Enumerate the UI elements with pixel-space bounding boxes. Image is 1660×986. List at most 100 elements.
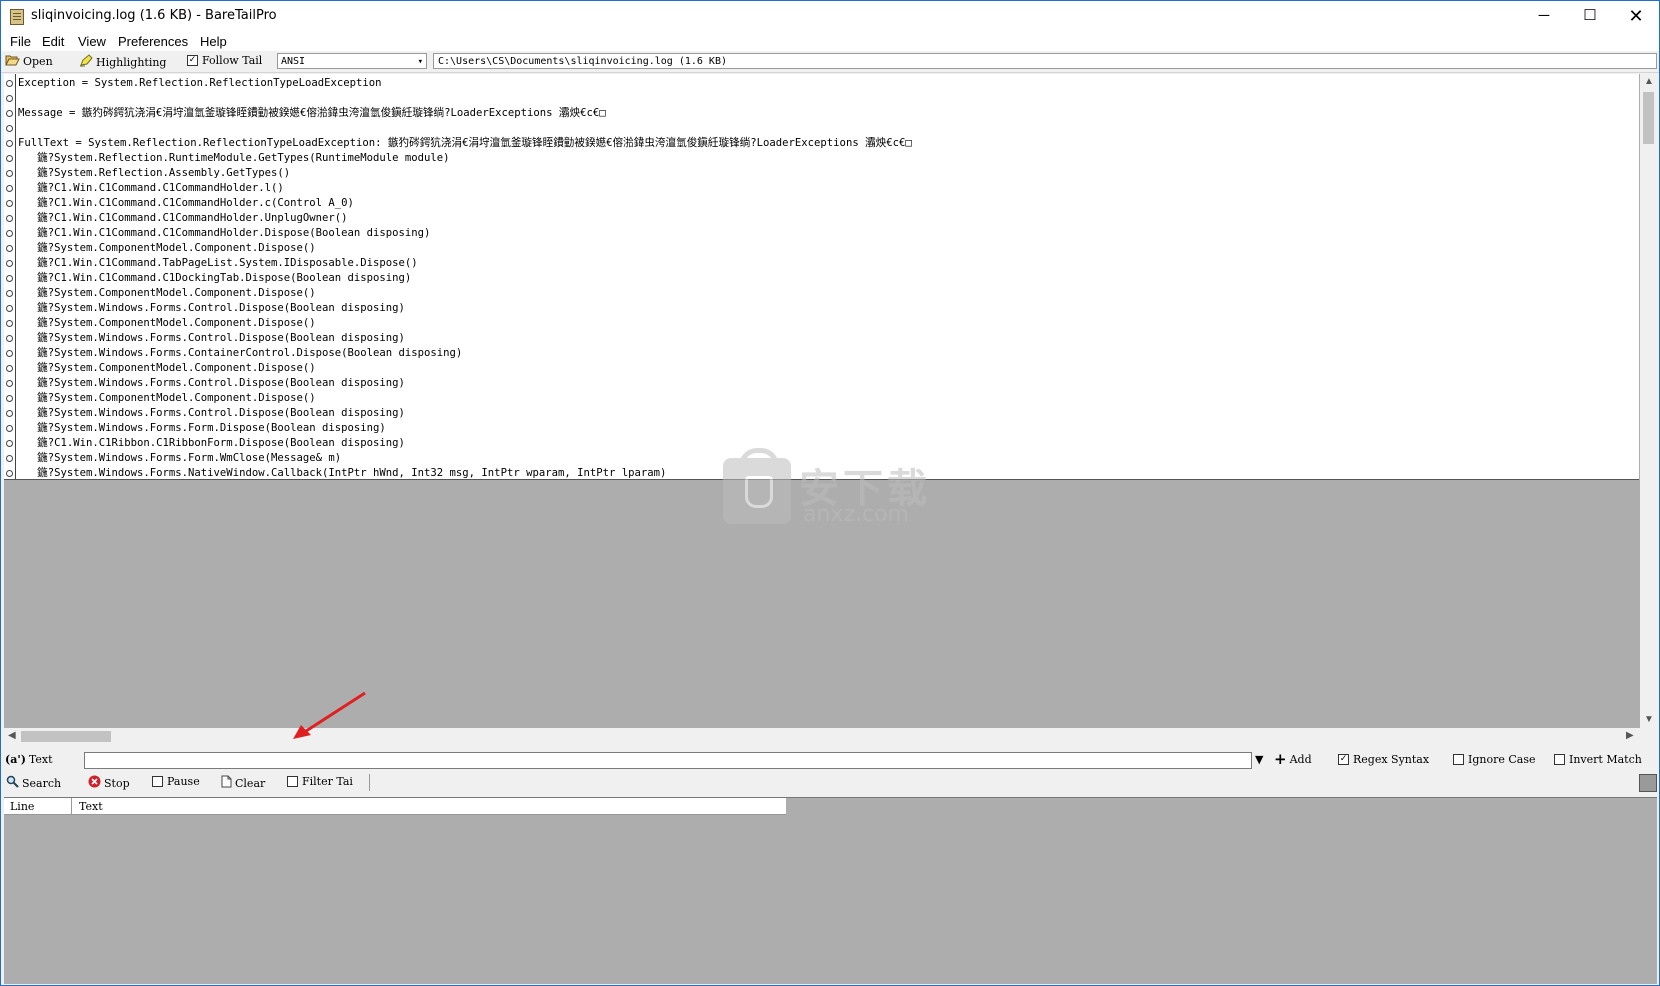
- file-path-field[interactable]: C:\Users\CS\Documents\sliqinvoicing.log …: [433, 53, 1657, 69]
- line-marker-icon[interactable]: [6, 275, 13, 282]
- log-line[interactable]: 鍦?System.Windows.Forms.Control.Dispose(B…: [18, 331, 912, 346]
- line-marker-icon[interactable]: [6, 470, 13, 477]
- line-marker-icon[interactable]: [6, 395, 13, 402]
- line-marker-icon[interactable]: [6, 170, 13, 177]
- scroll-left-icon[interactable]: ◀: [8, 730, 16, 741]
- log-line[interactable]: 鍦?C1.Win.C1Command.C1CommandHolder.c(Con…: [18, 196, 912, 211]
- log-line[interactable]: 鍦?System.ComponentModel.Component.Dispos…: [18, 361, 912, 376]
- line-marker-icon[interactable]: [6, 200, 13, 207]
- log-line[interactable]: 鍦?System.Windows.Forms.ContainerControl.…: [18, 346, 912, 361]
- log-line[interactable]: 鍦?System.Windows.Forms.Control.Dispose(B…: [18, 406, 912, 421]
- line-marker-icon[interactable]: [6, 215, 13, 222]
- log-line[interactable]: 鍦?System.Reflection.Assembly.GetTypes(): [18, 166, 912, 181]
- line-marker-icon[interactable]: [6, 335, 13, 342]
- scroll-right-icon[interactable]: ▶: [1626, 730, 1634, 741]
- regex-syntax-checkbox[interactable]: ✓: [1338, 754, 1349, 765]
- line-marker-icon[interactable]: [6, 290, 13, 297]
- search-button[interactable]: Search: [6, 775, 61, 791]
- log-line[interactable]: 鍦?C1.Win.C1Command.C1CommandHolder.l(): [18, 181, 912, 196]
- line-marker-icon[interactable]: [6, 80, 13, 87]
- follow-tail-toggle[interactable]: ✓ Follow Tail: [187, 54, 262, 67]
- pause-checkbox[interactable]: [152, 776, 163, 787]
- clear-button[interactable]: Clear: [221, 775, 265, 791]
- line-marker-icon[interactable]: [6, 155, 13, 162]
- menu-file[interactable]: File: [10, 34, 31, 49]
- log-line[interactable]: Exception = System.Reflection.Reflection…: [18, 76, 912, 91]
- log-line[interactable]: [18, 91, 912, 106]
- follow-tail-checkbox[interactable]: ✓: [187, 55, 198, 66]
- search-results[interactable]: Line Text: [4, 797, 1657, 984]
- menu-edit[interactable]: Edit: [42, 34, 64, 49]
- menu-view[interactable]: View: [78, 34, 106, 49]
- stop-button[interactable]: Stop: [88, 775, 130, 791]
- column-divider[interactable]: [71, 798, 72, 814]
- horizontal-scroll-thumb[interactable]: [21, 731, 111, 742]
- line-marker-icon[interactable]: [6, 380, 13, 387]
- line-marker-icon[interactable]: [6, 110, 13, 117]
- vertical-scroll-thumb[interactable]: [1643, 92, 1654, 144]
- log-line[interactable]: 鍦?C1.Win.C1Ribbon.C1RibbonForm.Dispose(B…: [18, 436, 912, 451]
- column-header-text[interactable]: Text: [79, 800, 103, 813]
- menu-help[interactable]: Help: [200, 34, 227, 49]
- line-marker-icon[interactable]: [6, 95, 13, 102]
- log-line[interactable]: 鍦?System.Windows.Forms.Form.Dispose(Bool…: [18, 421, 912, 436]
- invert-match-toggle[interactable]: Invert Match: [1554, 753, 1642, 766]
- line-marker-icon[interactable]: [6, 260, 13, 267]
- line-marker-icon[interactable]: [6, 365, 13, 372]
- filter-dropdown-icon[interactable]: ▼: [1255, 753, 1263, 766]
- log-line[interactable]: 鍦?System.Windows.Forms.Control.Dispose(B…: [18, 376, 912, 391]
- log-line[interactable]: [18, 121, 912, 136]
- scroll-up-icon[interactable]: ▲: [1644, 76, 1654, 87]
- line-marker-icon[interactable]: [6, 440, 13, 447]
- scroll-down-icon[interactable]: ▼: [1644, 714, 1654, 725]
- log-line[interactable]: 鍦?C1.Win.C1Command.C1CommandHolder.Dispo…: [18, 226, 912, 241]
- resize-grip-icon[interactable]: [1639, 774, 1657, 792]
- line-marker-icon[interactable]: [6, 140, 13, 147]
- log-line[interactable]: FullText = System.Reflection.ReflectionT…: [18, 136, 912, 151]
- maximize-button[interactable]: ☐: [1567, 1, 1613, 31]
- log-line[interactable]: 鍦?C1.Win.C1Command.C1CommandHolder.Unplu…: [18, 211, 912, 226]
- line-marker-icon[interactable]: [6, 425, 13, 432]
- regex-syntax-toggle[interactable]: ✓ Regex Syntax: [1338, 753, 1429, 766]
- log-view[interactable]: Exception = System.Reflection.Reflection…: [4, 74, 1657, 728]
- filter-mode[interactable]: (a') Text: [5, 753, 53, 766]
- line-marker-icon[interactable]: [6, 185, 13, 192]
- watermark: 安下载 anxz.com: [723, 448, 943, 532]
- line-marker-icon[interactable]: [6, 350, 13, 357]
- close-button[interactable]: ✕: [1613, 1, 1659, 31]
- log-line[interactable]: 鍦?System.ComponentModel.Component.Dispos…: [18, 391, 912, 406]
- vertical-scrollbar[interactable]: ▲ ▼: [1640, 74, 1657, 728]
- menu-preferences[interactable]: Preferences: [118, 34, 188, 49]
- line-marker-icon[interactable]: [6, 305, 13, 312]
- log-line[interactable]: 鍦?System.ComponentModel.Component.Dispos…: [18, 241, 912, 256]
- ignore-case-checkbox[interactable]: [1453, 754, 1464, 765]
- title-bar[interactable]: sliqinvoicing.log (1.6 KB) - BareTailPro…: [1, 1, 1659, 31]
- line-marker-icon[interactable]: [6, 245, 13, 252]
- log-line[interactable]: 鍦?System.ComponentModel.Component.Dispos…: [18, 316, 912, 331]
- line-marker-icon[interactable]: [6, 455, 13, 462]
- highlighting-button[interactable]: Highlighting: [79, 54, 166, 70]
- add-filter-button[interactable]: + Add: [1274, 752, 1312, 767]
- log-pane[interactable]: Exception = System.Reflection.Reflection…: [4, 74, 1639, 480]
- log-line[interactable]: 鍦?System.ComponentModel.Component.Dispos…: [18, 286, 912, 301]
- invert-match-checkbox[interactable]: [1554, 754, 1565, 765]
- log-line[interactable]: 鍦?C1.Win.C1Command.C1DockingTab.Dispose(…: [18, 271, 912, 286]
- horizontal-scrollbar[interactable]: ◀ ▶: [4, 728, 1640, 745]
- column-header-line[interactable]: Line: [10, 800, 34, 813]
- log-line[interactable]: Message = 鏃犳硶鍔犺浇涓€涓垨澶氫釜璇锋眰鐨勭被鍨嬨€傛湁鍏虫洿澶氫俊…: [18, 106, 912, 121]
- log-line[interactable]: 鍦?System.Reflection.RuntimeModule.GetTyp…: [18, 151, 912, 166]
- open-button[interactable]: Open: [5, 54, 53, 69]
- log-line[interactable]: 鍦?System.Windows.Forms.Control.Dispose(B…: [18, 301, 912, 316]
- pause-toggle[interactable]: Pause: [152, 775, 200, 788]
- line-marker-icon[interactable]: [6, 410, 13, 417]
- minimize-button[interactable]: ─: [1521, 1, 1567, 31]
- ignore-case-toggle[interactable]: Ignore Case: [1453, 753, 1536, 766]
- log-line[interactable]: 鍦?C1.Win.C1Command.TabPageList.System.ID…: [18, 256, 912, 271]
- filter-tail-toggle[interactable]: Filter Tai: [287, 775, 353, 788]
- filter-tail-checkbox[interactable]: [287, 776, 298, 787]
- line-marker-icon[interactable]: [6, 230, 13, 237]
- line-marker-icon[interactable]: [6, 125, 13, 132]
- filter-input[interactable]: [84, 752, 1252, 769]
- encoding-select[interactable]: ANSI ▾: [277, 53, 427, 69]
- line-marker-icon[interactable]: [6, 320, 13, 327]
